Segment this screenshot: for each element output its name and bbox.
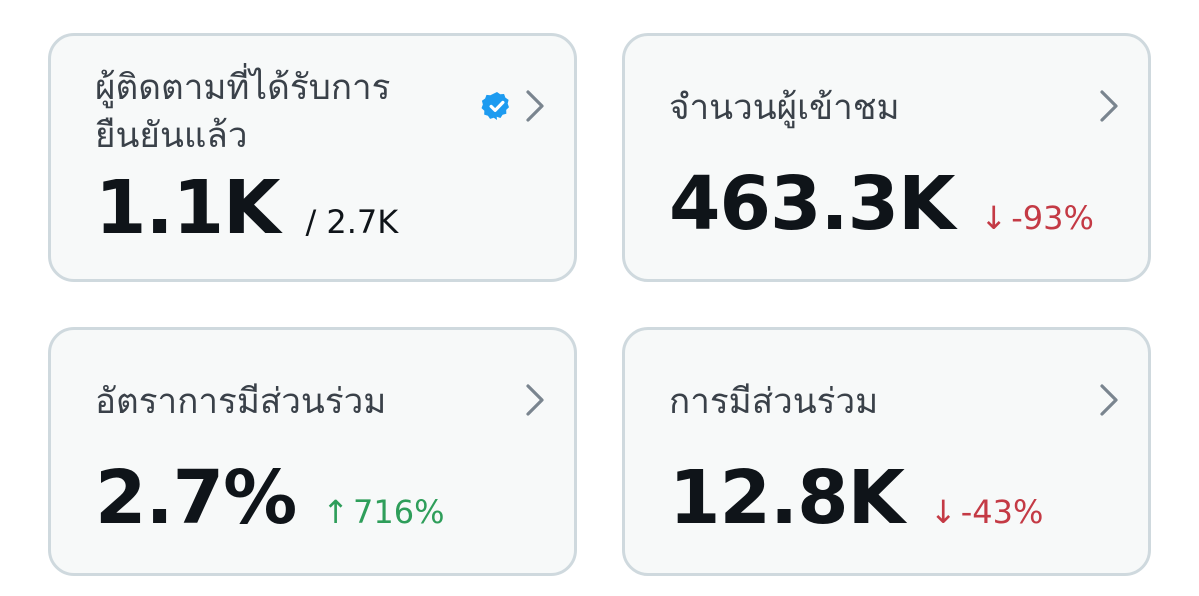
arrow-down-icon: ↓ [929,493,957,531]
card-title: การมีส่วนร่วม [669,382,879,422]
metric-value-row: 463.3K ↓ -93% [669,164,1094,244]
metric-change: ↓ -43% [930,493,1043,531]
metric-value: 12.8K [669,455,905,541]
card-title-line-1: ผู้ติดตามที่ได้รับการ [95,68,391,108]
chevron-right-icon[interactable] [1098,88,1120,124]
change-percent: -43% [960,493,1044,531]
verified-followers-card[interactable]: ผู้ติดตามที่ได้รับการ ยืนยันแล้ว 1.1K / … [48,33,577,282]
metric-change: ↓ -93% [980,199,1093,237]
card-title: ผู้ติดตามที่ได้รับการ ยืนยันแล้ว [95,64,390,160]
card-title: อัตราการมีส่วนร่วม [95,382,387,422]
chevron-right-icon[interactable] [524,382,546,418]
verified-badge-icon [481,90,513,122]
metric-value-row: 2.7% ↑ 716% [95,458,445,538]
metric-value: 2.7% [95,455,297,541]
metric-change: ↑ 716% [322,493,444,531]
arrow-down-icon: ↓ [980,199,1008,237]
metric-value-row: 1.1K / 2.7K [95,168,398,248]
chevron-right-icon[interactable] [524,88,546,124]
metric-value: 1.1K [95,165,280,251]
change-percent: -93% [1011,199,1094,237]
card-title: จำนวนผู้เข้าชม [669,88,900,128]
engagements-card[interactable]: การมีส่วนร่วม 12.8K ↓ -43% [622,327,1151,576]
card-title-line-2: ยืนยันแล้ว [95,116,248,156]
metric-value: 463.3K [669,161,955,247]
impressions-card[interactable]: จำนวนผู้เข้าชม 463.3K ↓ -93% [622,33,1151,282]
engagement-rate-card[interactable]: อัตราการมีส่วนร่วม 2.7% ↑ 716% [48,327,577,576]
change-percent: 716% [353,493,445,531]
metric-total: / 2.7K [305,203,399,241]
chevron-right-icon[interactable] [1098,382,1120,418]
arrow-up-icon: ↑ [322,493,350,531]
metric-value-row: 12.8K ↓ -43% [669,458,1043,538]
